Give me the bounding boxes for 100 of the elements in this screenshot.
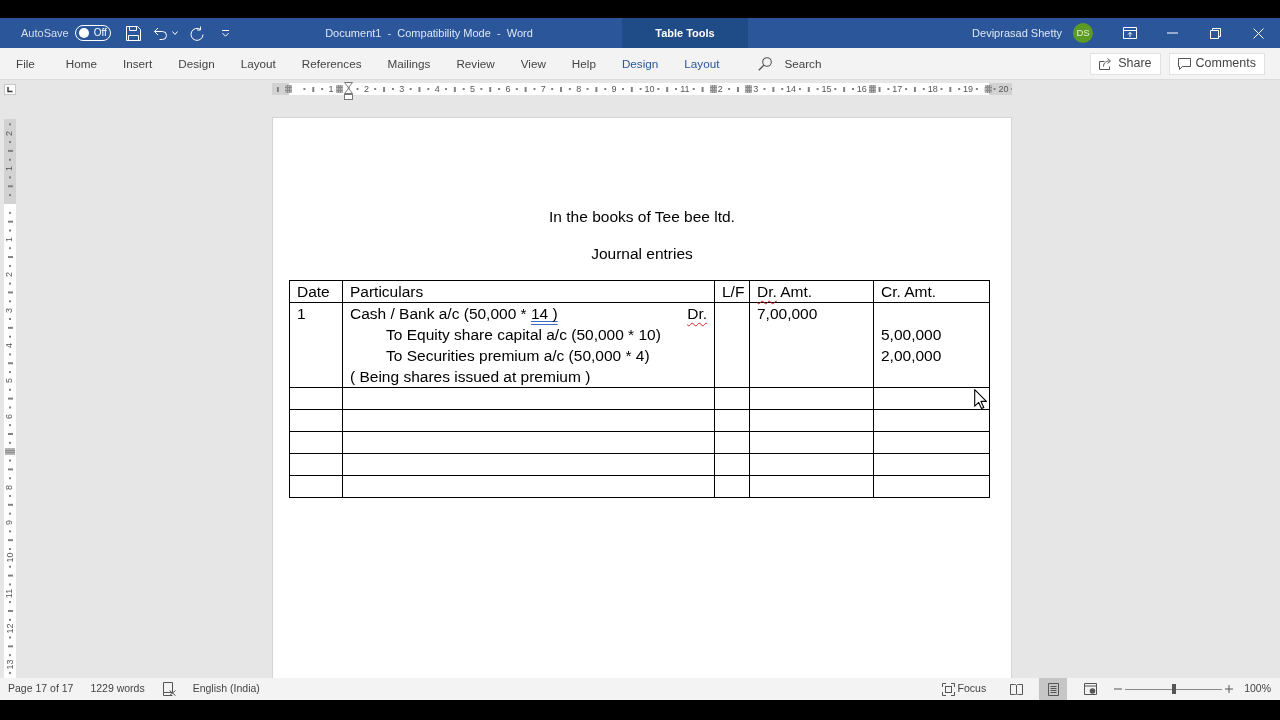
column-marker-icon[interactable] <box>710 85 717 93</box>
ribbon-tab[interactable]: Review <box>443 48 508 79</box>
restore-icon[interactable] <box>1210 27 1221 39</box>
ruler-number: 15 <box>821 84 832 94</box>
column-header: Cr. Amt. <box>873 280 990 303</box>
ruler-number: 18 <box>927 84 938 94</box>
ribbon-tab[interactable]: Help <box>558 48 609 79</box>
ruler-number: 3 <box>753 84 759 94</box>
ribbon-tab[interactable]: View <box>507 48 559 79</box>
redo-icon[interactable] <box>188 25 204 41</box>
ribbon-tab[interactable]: Layout <box>671 48 733 79</box>
ruler-number: 8 <box>576 84 582 94</box>
document-subheading: Journal entries <box>590 244 694 264</box>
ribbon-tab[interactable]: Insert <box>110 48 166 79</box>
search-field[interactable]: Search <box>784 54 845 73</box>
indent-marker-icon[interactable] <box>344 82 353 100</box>
comment-icon <box>1177 57 1191 70</box>
ruler-number: 8 <box>5 484 15 490</box>
ruler-number: 19 <box>963 84 974 94</box>
toggle-knob-icon <box>78 28 89 38</box>
document-title: Document1 - Compatibility Mode - Word <box>324 25 534 41</box>
plus-icon[interactable] <box>1225 685 1234 693</box>
share-button[interactable]: Share <box>1090 52 1161 75</box>
ruler-number: 17 <box>892 84 903 94</box>
amount-text: 7,00,000 <box>757 305 818 322</box>
ruler-number: 4 <box>5 343 15 349</box>
comments-button[interactable]: Comments <box>1168 52 1265 75</box>
ruler-number: 5 <box>5 378 15 384</box>
ruler-number: 9 <box>611 84 617 94</box>
open-book-icon <box>1009 683 1023 695</box>
ribbon-tab[interactable]: File <box>3 48 48 79</box>
share-icon <box>1099 57 1114 70</box>
column-marker-icon[interactable] <box>985 85 992 93</box>
autosave-label: AutoSave <box>21 27 69 39</box>
ruler-number: 14 <box>786 84 797 94</box>
zoom-level-text[interactable]: 100% <box>1244 681 1271 697</box>
particulars-text: To Securities premium a/c (50,000 * 4) <box>386 347 650 364</box>
search-icon[interactable] <box>758 56 773 71</box>
ruler-number: 6 <box>505 84 511 94</box>
ribbon-tab[interactable]: Home <box>52 48 111 79</box>
particulars-text: Cash / Bank a/c (50,000 * 14 ) <box>350 304 558 324</box>
ruler-number: 2 <box>363 84 369 94</box>
column-marker-icon[interactable] <box>745 85 752 93</box>
column-marker-icon[interactable] <box>336 85 343 93</box>
column-header: L/F <box>714 280 750 303</box>
undo-icon[interactable] <box>152 26 168 40</box>
close-icon[interactable] <box>1253 27 1264 39</box>
ruler-number: 9 <box>5 520 15 525</box>
column-marker-icon[interactable] <box>869 85 876 93</box>
ruler-number: 16 <box>856 84 867 94</box>
ruler-number: 11 <box>680 84 690 94</box>
ruler-number: 6 <box>5 413 15 419</box>
ribbon-tab[interactable]: References <box>288 48 375 79</box>
ruler-number: 2 <box>717 84 723 94</box>
caret-icon[interactable] <box>220 29 230 37</box>
particulars-text: To Equity share capital a/c (50,000 * 10) <box>386 326 661 343</box>
zoom-slider-thumb[interactable] <box>1171 684 1176 694</box>
debit-marker: Dr. <box>687 304 707 324</box>
user-name[interactable]: Deviprasad Shetty <box>972 24 1062 42</box>
ruler-number: 13 <box>5 659 15 670</box>
ruler-number: 2 <box>5 272 15 278</box>
ruler-number: 2 <box>5 130 15 136</box>
print-layout-button[interactable] <box>1039 678 1068 700</box>
save-icon[interactable] <box>125 25 141 41</box>
amount-text: 2,00,000 <box>881 347 942 364</box>
ruler-number: 3 <box>399 84 405 94</box>
page-icon <box>1047 682 1059 696</box>
ruler-number: 10 <box>644 84 655 94</box>
word-count[interactable]: 1229 words <box>90 681 145 697</box>
ruler-number: 1 <box>5 236 15 242</box>
column-header: Particulars <box>342 280 715 303</box>
proofing-icon[interactable] <box>161 682 176 696</box>
amount-text: 5,00,000 <box>881 326 942 343</box>
ruler-number: 7 <box>540 84 546 94</box>
ribbon-tab[interactable]: Design <box>165 48 228 79</box>
column-header: Date <box>289 280 343 303</box>
table-cell: 1 <box>289 302 343 388</box>
ruler-number: 3 <box>5 307 15 313</box>
ruler-number: 11 <box>5 588 15 598</box>
focus-icon <box>941 682 955 696</box>
ribbon-display-options-icon[interactable] <box>1122 27 1137 39</box>
language-indicator[interactable]: English (India) <box>192 681 260 697</box>
globe-page-icon <box>1083 683 1097 695</box>
ribbon-tab[interactable]: Mailings <box>374 48 444 79</box>
ribbon-tab[interactable]: Design <box>608 48 672 79</box>
tab-stop-icon[interactable] <box>4 84 16 95</box>
ruler-number: 1 <box>328 84 334 94</box>
page-count[interactable]: Page 17 of 17 <box>8 681 74 697</box>
focus-button[interactable]: Focus <box>941 681 987 697</box>
ruler-number: 5 <box>470 84 476 94</box>
context-tab-group: Table Tools <box>622 18 748 48</box>
row-marker-icon[interactable] <box>5 448 15 456</box>
column-marker-icon[interactable] <box>285 85 292 93</box>
particulars-text: ( Being shares issued at premium ) <box>350 368 591 385</box>
ruler-number: 20 <box>998 84 1009 94</box>
ribbon-tab[interactable]: Layout <box>227 48 289 79</box>
ruler-number: 1 <box>5 166 15 172</box>
column-header: Dr. Amt. <box>749 280 874 303</box>
ruler-number: 10 <box>5 552 15 563</box>
caret-icon[interactable] <box>171 31 178 35</box>
